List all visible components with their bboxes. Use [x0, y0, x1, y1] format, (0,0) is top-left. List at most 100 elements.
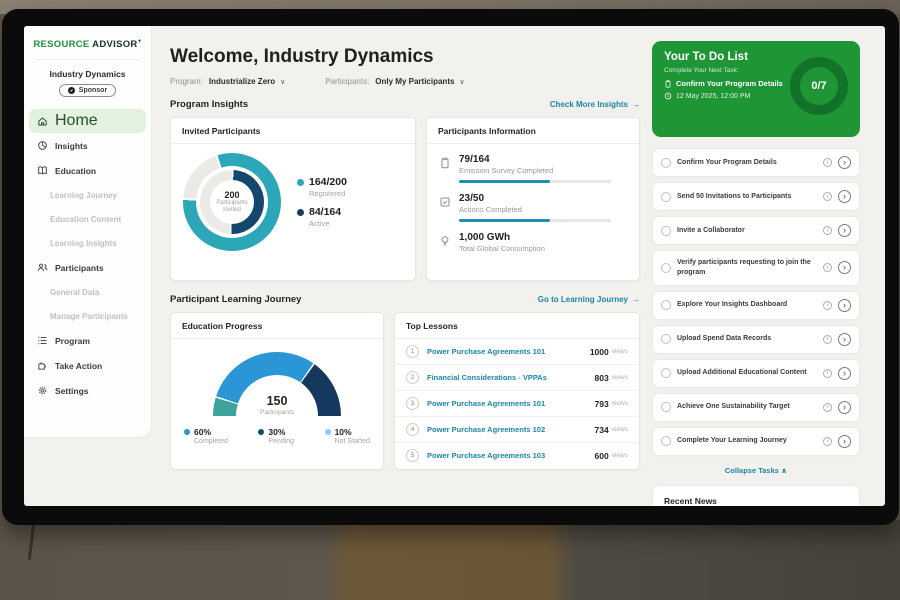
sidebar-item-label: Program	[55, 336, 90, 346]
participants-filter[interactable]: Participants: Only My Participants ∨	[325, 77, 464, 86]
checkbox-circle-icon[interactable]	[661, 436, 671, 446]
lesson-row: 4Power Purchase Agreements 102734views	[395, 417, 639, 443]
todo-item-label: Complete Your Learning Journey	[677, 436, 817, 446]
info-icon[interactable]: i	[823, 301, 832, 310]
actions-icon	[439, 195, 451, 222]
sidebar-item-home[interactable]: Home	[29, 109, 146, 133]
sidebar-item-education-content[interactable]: Education Content	[24, 207, 151, 231]
todo-item-send-50-invitations-to-participants[interactable]: Send 50 Invitations to Participantsi›	[652, 182, 860, 211]
chevron-down-icon: ∨	[280, 78, 285, 86]
checkbox-circle-icon[interactable]	[661, 263, 671, 273]
monitor-bezel: RESOURCE ADVISOR+ Industry Dynamics Spon…	[2, 9, 899, 525]
checkbox-circle-icon[interactable]	[661, 334, 671, 344]
checkbox-circle-icon[interactable]	[661, 226, 671, 236]
go-to-learning-journey-link[interactable]: Go to Learning Journey →	[538, 295, 640, 304]
progress-bar-fill	[459, 180, 550, 183]
sponsor-badge-icon	[68, 87, 75, 94]
todo-item-upload-spend-data-records[interactable]: Upload Spend Data Records i ›	[652, 325, 860, 354]
participants-filter-label: Participants:	[325, 77, 369, 86]
sidebar-item-program[interactable]: Program	[24, 328, 151, 353]
metric-row: 79/164Emission Survey Completed	[427, 144, 639, 183]
lesson-views: 734	[595, 425, 609, 435]
metric-value: 79/164	[459, 154, 611, 165]
lesson-rank: 4	[406, 423, 419, 436]
lesson-link[interactable]: Power Purchase Agreements 101	[427, 347, 590, 356]
lesson-views: 793	[595, 399, 609, 409]
sidebar-item-take-action[interactable]: Take Action	[24, 353, 151, 378]
info-icon[interactable]: i	[823, 437, 832, 446]
chevron-right-icon[interactable]: ›	[838, 333, 851, 346]
checkbox-circle-icon[interactable]	[661, 192, 671, 202]
info-icon[interactable]: i	[823, 263, 832, 272]
legend-label: Not Started	[335, 438, 370, 445]
participants-filter-value: Only My Participants	[375, 77, 454, 86]
gauge-center-value: 150	[213, 394, 341, 408]
sidebar-item-education[interactable]: Education	[24, 158, 151, 183]
lesson-rank: 1	[406, 345, 419, 358]
todo-next-task: Confirm Your Program Details	[676, 79, 783, 88]
info-icon[interactable]: i	[823, 403, 832, 412]
dashboard-screen: RESOURCE ADVISOR+ Industry Dynamics Spon…	[24, 26, 885, 506]
sidebar-item-label: Learning Journey	[50, 191, 117, 200]
todo-item-upload-additional-educational-content[interactable]: Upload Additional Educational Content i ›	[652, 359, 860, 388]
info-icon[interactable]: i	[823, 369, 832, 378]
sidebar-item-manage-participants[interactable]: Manage Participants	[24, 304, 151, 328]
legend-value: 10%	[335, 427, 352, 437]
checkbox-circle-icon[interactable]	[661, 300, 671, 310]
chevron-right-icon[interactable]: ›	[838, 367, 851, 380]
legend-label: Pending	[268, 438, 294, 445]
lesson-link[interactable]: Power Purchase Agreements 101	[427, 399, 595, 408]
legend-value: 60%	[194, 427, 211, 437]
info-icon[interactable]: i	[823, 158, 832, 167]
todo-item-invite-a-collaborator[interactable]: Invite a Collaborator i ›	[652, 216, 860, 245]
program-filter[interactable]: Program: Industrialize Zero ∨	[170, 77, 285, 86]
check-more-insights-link[interactable]: Check More Insights →	[550, 100, 640, 109]
legend-dot-icon	[297, 179, 304, 186]
todo-item-achieve-one-sustainability-target[interactable]: Achieve One Sustainability Targeti›	[652, 393, 860, 422]
collapse-tasks-link[interactable]: Collapse Tasks ∧	[652, 466, 860, 475]
legend-dot-icon	[297, 209, 304, 216]
chevron-right-icon[interactable]: ›	[838, 435, 851, 448]
sidebar-item-insights[interactable]: Insights	[24, 133, 151, 158]
lesson-views: 803	[595, 373, 609, 383]
legend-label: Active	[309, 219, 347, 228]
todo-item-verify-participants-requesting-to-join-the-program[interactable]: Verify participants requesting to join t…	[652, 250, 860, 286]
chevron-right-icon[interactable]: ›	[838, 299, 851, 312]
sidebar-item-settings[interactable]: Settings	[24, 378, 151, 403]
lesson-link[interactable]: Power Purchase Agreements 102	[427, 425, 595, 434]
chevron-right-icon[interactable]: ›	[838, 156, 851, 169]
chevron-right-icon[interactable]: ›	[838, 190, 851, 203]
lesson-link[interactable]: Financial Considerations - VPPAs	[427, 373, 595, 382]
lesson-views: 1000	[590, 347, 609, 357]
checkbox-circle-icon[interactable]	[661, 368, 671, 378]
filters-row: Program: Industrialize Zero ∨ Participan…	[170, 77, 640, 86]
chevron-right-icon[interactable]: ›	[838, 401, 851, 414]
todo-progress-value: 0/7	[811, 80, 826, 92]
lesson-link[interactable]: Power Purchase Agreements 103	[427, 451, 595, 460]
sidebar-item-learning-journey[interactable]: Learning Journey	[24, 183, 151, 207]
checkbox-circle-icon[interactable]	[661, 158, 671, 168]
todo-item-label: Invite a Collaborator	[677, 226, 817, 236]
arrow-right-icon: →	[632, 295, 640, 304]
link-label: Check More Insights	[550, 100, 628, 109]
todo-item-label: Upload Spend Data Records	[677, 334, 817, 344]
chevron-right-icon[interactable]: ›	[838, 261, 851, 274]
insights-icon	[37, 140, 48, 151]
checkbox-circle-icon[interactable]	[661, 402, 671, 412]
sidebar-item-general-data[interactable]: General Data	[24, 280, 151, 304]
info-icon[interactable]: i	[823, 226, 832, 235]
chevron-down-icon: ∨	[459, 78, 464, 86]
sponsor-badge-label: Sponsor	[79, 87, 107, 94]
info-icon[interactable]: i	[823, 192, 832, 201]
info-icon[interactable]: i	[823, 335, 832, 344]
todo-item-explore-your-insights-dashboard[interactable]: Explore Your Insights Dashboardi›	[652, 291, 860, 320]
todo-item-label: Upload Additional Educational Content	[677, 368, 817, 378]
todo-item-complete-your-learning-journey[interactable]: Complete Your Learning Journey i ›	[652, 427, 860, 456]
sidebar-item-label: Take Action	[55, 361, 102, 371]
sidebar-item-learning-insights[interactable]: Learning Insights	[24, 231, 151, 255]
top-lessons-card: Top Lessons 1Power Purchase Agreements 1…	[394, 312, 640, 470]
sidebar-item-participants[interactable]: Participants	[24, 255, 151, 280]
chevron-right-icon[interactable]: ›	[838, 224, 851, 237]
consumption-icon	[439, 234, 451, 253]
todo-item-confirm-your-program-details[interactable]: Confirm Your Program Detailsi›	[652, 148, 860, 177]
